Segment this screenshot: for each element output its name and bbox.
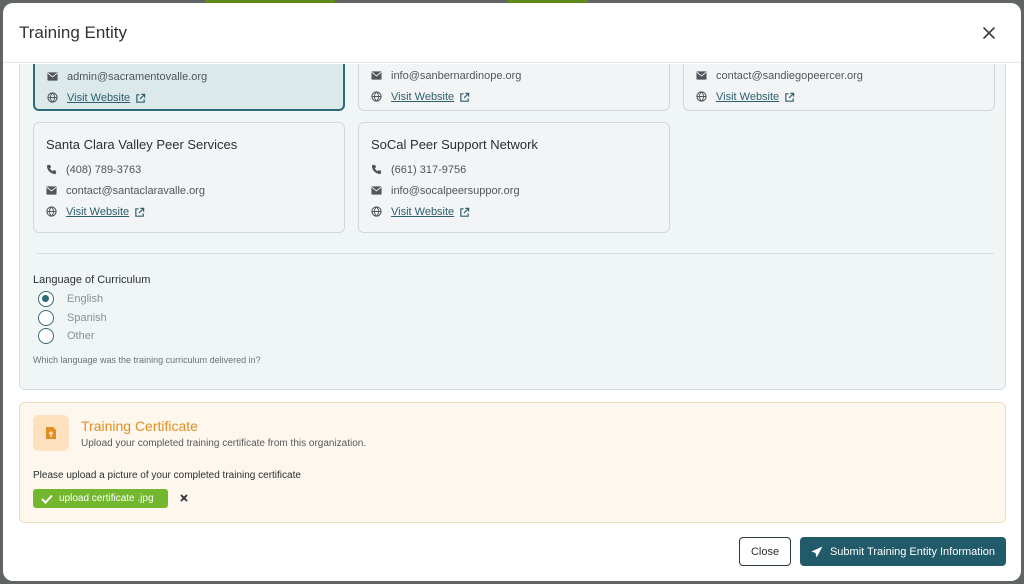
visit-website-link[interactable]: Visit Website xyxy=(391,91,454,103)
radio-label: Spanish xyxy=(67,312,107,324)
entity-card-socal[interactable]: SoCal Peer Support Network (661) 317-975… xyxy=(358,122,670,233)
email-row: info@sanbernardinope.org xyxy=(371,69,521,83)
uploaded-file-name: upload certificate .jpg xyxy=(59,493,154,504)
close-icon[interactable] xyxy=(977,21,1001,45)
phone-row: (661) 317-9756 xyxy=(371,163,466,177)
entity-email: admin@sacramentovalle.org xyxy=(67,71,208,83)
entity-card-santa-clara[interactable]: Santa Clara Valley Peer Services (408) 7… xyxy=(33,122,345,233)
modal-header: Training Entity xyxy=(3,3,1021,63)
language-help-text: Which language was the training curricul… xyxy=(33,355,261,365)
uploaded-file-chip[interactable]: upload certificate .jpg xyxy=(33,489,168,508)
envelope-icon xyxy=(696,70,708,82)
remove-file-icon[interactable] xyxy=(178,492,190,504)
file-upload-icon xyxy=(33,415,69,451)
entity-selection-panel: admin@sacramentovalle.org Visit Website … xyxy=(19,64,1006,390)
submit-button-label: Submit Training Entity Information xyxy=(829,545,996,558)
email-row: info@socalpeersuppor.org xyxy=(371,184,520,198)
email-row: admin@sacramentovalle.org xyxy=(47,70,207,84)
entity-card-san-bernardino[interactable]: info@sanbernardinope.org Visit Website xyxy=(358,64,670,111)
radio-button[interactable] xyxy=(38,310,54,326)
entity-card-sacramento[interactable]: admin@sacramentovalle.org Visit Website xyxy=(33,64,345,111)
check-icon xyxy=(41,494,53,504)
visit-website-link[interactable]: Visit Website xyxy=(66,206,129,218)
website-row: Visit Website xyxy=(47,91,146,105)
globe-icon xyxy=(696,91,708,103)
phone-icon xyxy=(371,164,383,176)
globe-icon xyxy=(46,206,58,218)
modal-body: admin@sacramentovalle.org Visit Website … xyxy=(3,64,1021,528)
visit-website-link[interactable]: Visit Website xyxy=(391,206,454,218)
email-row: contact@santaclaravalle.org xyxy=(46,184,205,198)
modal-footer: Close Submit Training Entity Information xyxy=(3,528,1021,581)
entity-email: contact@santaclaravalle.org xyxy=(66,185,205,197)
phone-row: (408) 789-3763 xyxy=(46,163,141,177)
radio-option-other[interactable]: Other xyxy=(38,328,95,344)
modal-title: Training Entity xyxy=(19,23,128,42)
phone-icon xyxy=(46,164,58,176)
external-link-icon[interactable] xyxy=(135,93,146,104)
external-link-icon[interactable] xyxy=(134,207,145,218)
entity-phone: (661) 317-9756 xyxy=(391,164,467,176)
globe-icon xyxy=(47,92,59,104)
close-button[interactable]: Close xyxy=(739,537,791,566)
paper-plane-icon xyxy=(811,546,823,557)
training-certificate-panel: Training Certificate Upload your complet… xyxy=(19,402,1006,523)
radio-option-english[interactable]: English xyxy=(38,291,103,307)
envelope-icon xyxy=(371,70,383,82)
radio-button[interactable] xyxy=(38,291,54,307)
visit-website-link[interactable]: Visit Website xyxy=(67,92,130,104)
entity-card-san-diego[interactable]: contact@sandiegopeercer.org Visit Websit… xyxy=(683,64,995,111)
radio-label: Other xyxy=(67,330,95,342)
website-row: Visit Website xyxy=(371,205,470,219)
external-link-icon[interactable] xyxy=(459,92,470,103)
training-entity-modal: Training Entity admin@sacramentovalle.or… xyxy=(3,3,1021,581)
envelope-icon xyxy=(47,71,59,83)
website-row: Visit Website xyxy=(46,205,145,219)
entity-email: contact@sandiegopeercer.org xyxy=(716,70,863,82)
submit-button[interactable]: Submit Training Entity Information xyxy=(800,537,1006,566)
external-link-icon[interactable] xyxy=(459,207,470,218)
language-label: Language of Curriculum xyxy=(33,274,151,286)
envelope-icon xyxy=(46,185,58,197)
section-divider xyxy=(36,253,994,254)
certificate-title: Training Certificate xyxy=(81,418,198,434)
radio-option-spanish[interactable]: Spanish xyxy=(38,310,107,326)
envelope-icon xyxy=(371,185,383,197)
certificate-prompt: Please upload a picture of your complete… xyxy=(33,470,301,481)
entity-title: SoCal Peer Support Network xyxy=(371,137,538,152)
email-row: contact@sandiegopeercer.org xyxy=(696,69,863,83)
entity-title: Santa Clara Valley Peer Services xyxy=(46,137,238,152)
radio-label: English xyxy=(67,293,104,305)
external-link-icon[interactable] xyxy=(784,92,795,103)
globe-icon xyxy=(371,206,383,218)
entity-email: info@sanbernardinope.org xyxy=(391,70,522,82)
website-row: Visit Website xyxy=(696,90,795,104)
visit-website-link[interactable]: Visit Website xyxy=(716,91,779,103)
entity-phone: (408) 789-3763 xyxy=(66,164,142,176)
radio-button[interactable] xyxy=(38,328,54,344)
globe-icon xyxy=(371,91,383,103)
entity-email: info@socalpeersuppor.org xyxy=(391,185,520,197)
certificate-subtitle: Upload your completed training certifica… xyxy=(81,438,367,449)
website-row: Visit Website xyxy=(371,90,470,104)
